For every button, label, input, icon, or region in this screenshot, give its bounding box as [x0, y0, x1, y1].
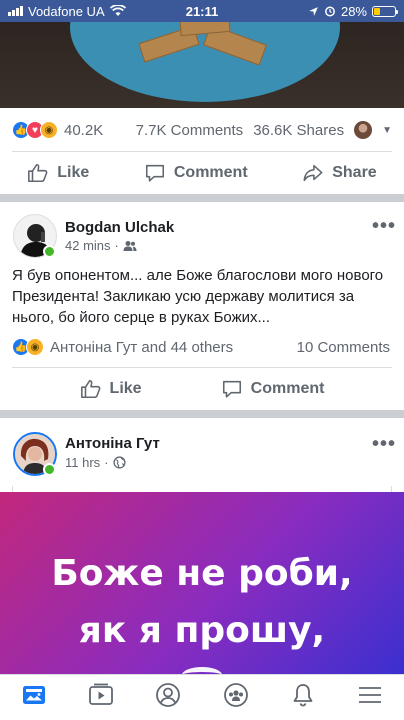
reaction-count[interactable]: 40.2K: [64, 122, 103, 139]
post-meta: 42 mins ·: [65, 238, 137, 253]
tab-profile[interactable]: [154, 681, 182, 714]
reaction-summary[interactable]: 👍 ◉: [12, 338, 44, 356]
tab-news-feed[interactable]: [20, 681, 48, 714]
viewer-avatar[interactable]: [354, 121, 373, 139]
wow-reaction-icon: ◉: [40, 121, 58, 139]
image-text-line-2: як я прошу,: [78, 610, 326, 651]
thumbs-up-icon: [28, 163, 48, 183]
comments-count[interactable]: 10 Comments: [297, 339, 390, 356]
online-indicator: [43, 245, 56, 258]
like-button[interactable]: Like: [27, 162, 89, 184]
post-author[interactable]: Bogdan Ulchak: [65, 219, 174, 236]
tab-menu[interactable]: [356, 681, 384, 714]
reaction-names[interactable]: Антоніна Гут and 44 others: [50, 339, 233, 356]
feed-separator: [0, 410, 404, 418]
news-feed-icon: [22, 686, 45, 704]
status-bar: Vodafone UA 21:11 28%: [0, 0, 404, 22]
share-arrow-icon: [303, 164, 323, 182]
notifications-icon: [293, 684, 313, 707]
reaction-summary[interactable]: 👍 ♥ ◉: [12, 121, 58, 139]
post-meta: 11 hrs ·: [65, 455, 126, 470]
location-arrow-icon: [309, 6, 318, 16]
post1-stats: 👍 ♥ ◉ 40.2K 7.7K Comments 36.6K Shares ▼: [12, 118, 392, 142]
post1-action-bar: Like Comment Share: [0, 160, 404, 186]
alarm-icon: [325, 6, 335, 17]
share-button[interactable]: Share: [302, 162, 377, 184]
image-text-line-1: Боже не роби,: [51, 553, 353, 594]
comment-icon: [145, 164, 164, 182]
signal-icon: [8, 6, 23, 16]
menu-icon: [359, 687, 382, 703]
post-time[interactable]: 42 mins: [65, 238, 111, 253]
carrier-label: Vodafone UA: [28, 3, 105, 19]
post2-action-bar: Like Comment: [0, 376, 404, 402]
watch-icon: [89, 683, 113, 705]
divider: [12, 367, 392, 368]
profile-icon: [156, 683, 181, 707]
comment-button[interactable]: Comment: [221, 378, 324, 400]
feed-separator: [0, 194, 404, 202]
comment-icon: [222, 380, 241, 398]
friends-icon: [123, 240, 137, 251]
comments-count[interactable]: 7.7K Comments: [136, 122, 244, 139]
tab-groups[interactable]: [222, 681, 250, 714]
post-text: Я був опонентом... але Боже благослови м…: [12, 267, 384, 326]
wifi-icon: [109, 5, 126, 16]
more-options-button[interactable]: •••: [372, 433, 396, 456]
comment-button[interactable]: Comment: [144, 162, 248, 184]
globe-icon: [112, 456, 126, 469]
post-time[interactable]: 11 hrs: [65, 455, 100, 470]
shares-count[interactable]: 36.6K Shares: [253, 122, 344, 139]
divider: [12, 151, 392, 152]
battery-percent: 28%: [340, 3, 367, 19]
thumbs-up-icon: [80, 379, 100, 399]
post-image-food[interactable]: [0, 22, 404, 108]
like-button[interactable]: Like: [80, 378, 142, 400]
wow-reaction-icon: ◉: [26, 338, 44, 356]
post2-stats: 👍 ◉ Антоніна Гут and 44 others 10 Commen…: [12, 336, 390, 358]
post-image-text[interactable]: Боже не роби, як я прошу,: [0, 492, 404, 674]
online-indicator: [43, 463, 56, 476]
groups-icon: [223, 683, 248, 707]
tab-watch[interactable]: [87, 681, 115, 714]
tab-notifications[interactable]: [289, 681, 317, 714]
clock: 21:11: [185, 3, 219, 19]
battery-icon: [372, 5, 398, 17]
post-author[interactable]: Антоніна Гут: [65, 435, 160, 452]
chevron-down-icon[interactable]: ▼: [382, 125, 392, 136]
more-options-button[interactable]: •••: [372, 215, 396, 238]
bottom-tab-bar: [0, 674, 404, 720]
